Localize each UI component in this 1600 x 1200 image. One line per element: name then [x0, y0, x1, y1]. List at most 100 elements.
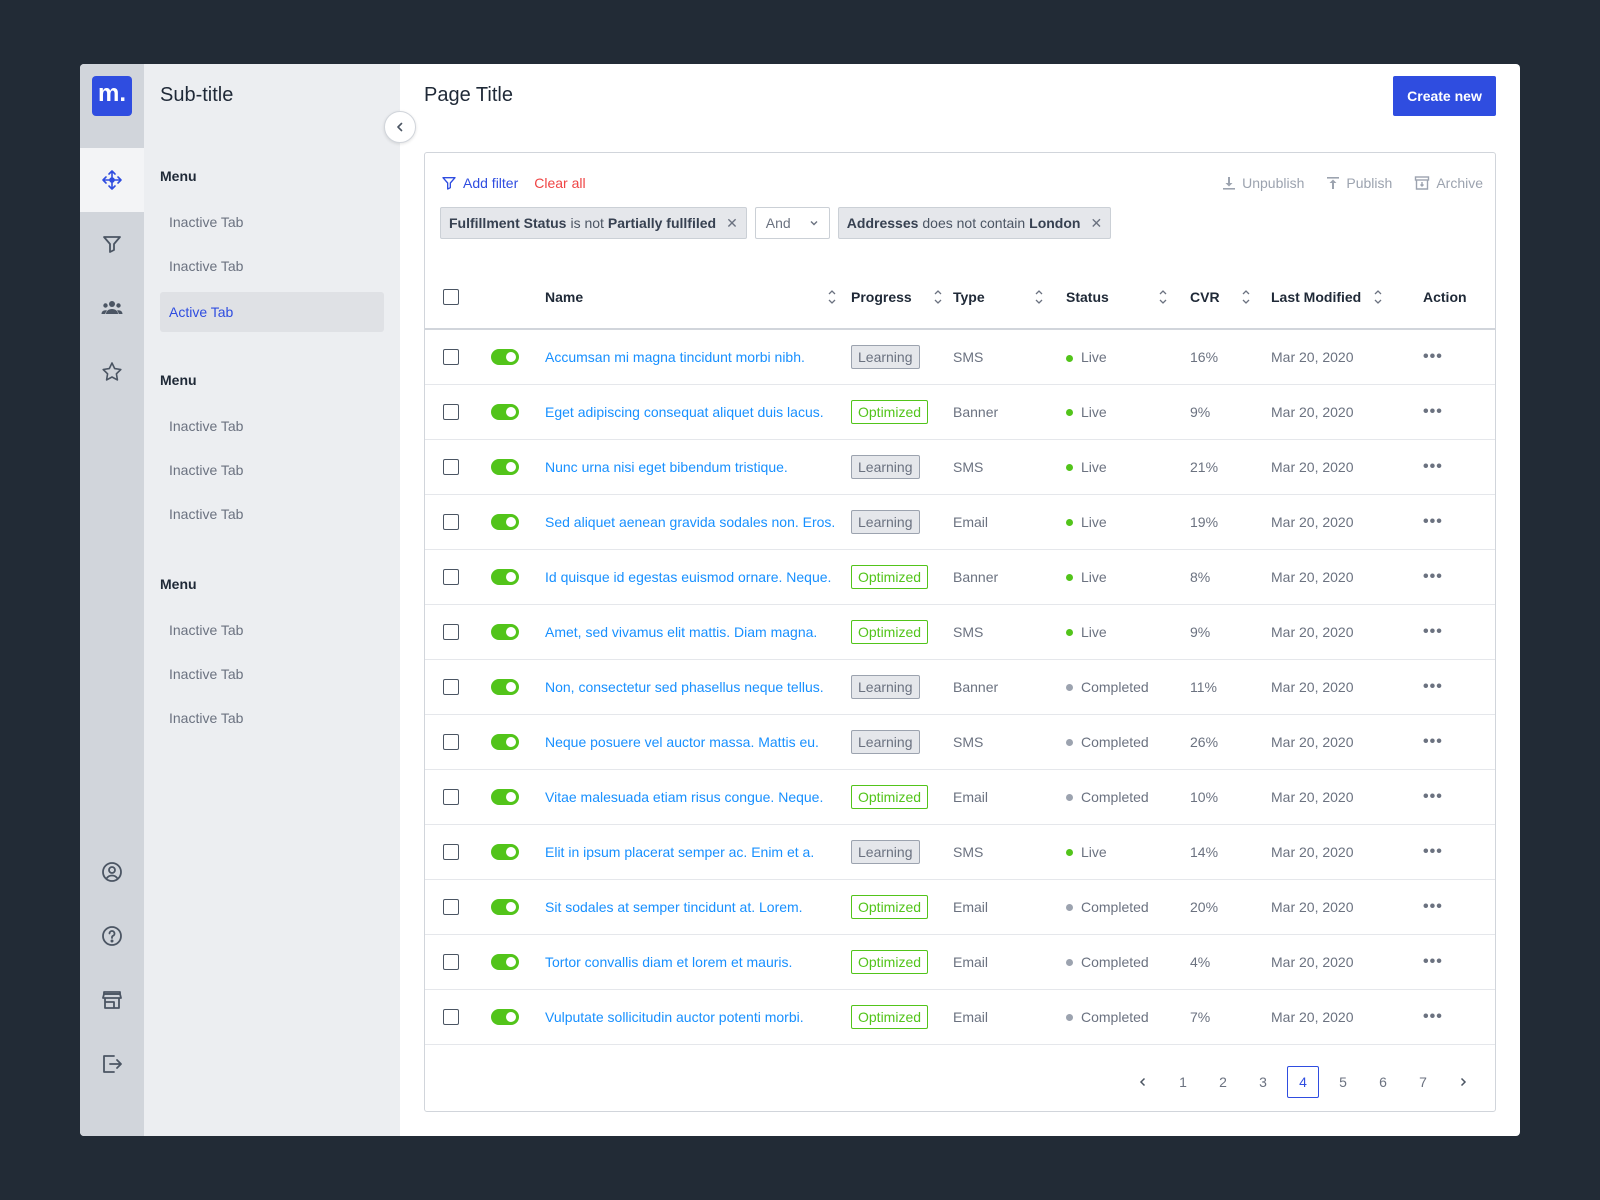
enabled-toggle[interactable]	[491, 844, 519, 861]
row-checkbox[interactable]	[443, 899, 459, 916]
enabled-toggle[interactable]	[491, 349, 519, 366]
enabled-toggle[interactable]	[491, 899, 519, 916]
row-checkbox[interactable]	[443, 404, 459, 421]
collapse-sidebar-button[interactable]	[384, 111, 416, 143]
add-filter-button[interactable]: Add filter	[441, 175, 518, 191]
row-checkbox[interactable]	[443, 459, 459, 476]
more-actions-icon[interactable]: •••	[1423, 623, 1443, 640]
filter-chip[interactable]: Fulfillment Status is not Partially full…	[440, 207, 747, 239]
column-header-cvr[interactable]: CVR	[1190, 265, 1271, 330]
page-button[interactable]: 7	[1407, 1066, 1439, 1098]
clear-all-button[interactable]: Clear all	[534, 175, 585, 191]
column-header-name[interactable]: Name	[545, 265, 851, 330]
page-button[interactable]: 4	[1287, 1066, 1319, 1098]
sidebar-item-inactive-tab[interactable]: Inactive Tab	[160, 494, 384, 534]
row-name-link[interactable]: Vitae malesuada etiam risus congue. Nequ…	[545, 789, 823, 805]
archive-button[interactable]: Archive	[1414, 175, 1483, 191]
more-actions-icon[interactable]: •••	[1423, 348, 1443, 365]
row-checkbox[interactable]	[443, 679, 459, 696]
status-dot	[1066, 684, 1073, 692]
close-icon[interactable]: ✕	[1090, 215, 1102, 232]
row-name-link[interactable]: Amet, sed vivamus elit mattis. Diam magn…	[545, 624, 817, 640]
sidebar-item-inactive-tab[interactable]: Inactive Tab	[160, 610, 384, 650]
more-actions-icon[interactable]: •••	[1423, 568, 1443, 585]
sidebar-item-inactive-tab[interactable]: Inactive Tab	[160, 654, 384, 694]
enabled-toggle[interactable]	[491, 954, 519, 971]
more-actions-icon[interactable]: •••	[1423, 843, 1443, 860]
publish-button[interactable]: Publish	[1326, 175, 1392, 191]
row-name-link[interactable]: Id quisque id egestas euismod ornare. Ne…	[545, 569, 831, 585]
sidebar-item-inactive-tab[interactable]: Inactive Tab	[160, 406, 384, 446]
more-actions-icon[interactable]: •••	[1423, 1008, 1443, 1025]
rail-logout-button[interactable]	[80, 1032, 144, 1096]
rail-store-button[interactable]	[80, 968, 144, 1032]
row-name-link[interactable]: Eget adipiscing consequat aliquet duis l…	[545, 404, 824, 420]
column-header-progress[interactable]: Progress	[851, 265, 953, 330]
sidebar-item-inactive-tab[interactable]: Inactive Tab	[160, 202, 384, 242]
enabled-toggle[interactable]	[491, 514, 519, 531]
enabled-toggle[interactable]	[491, 569, 519, 586]
column-header-status[interactable]: Status	[1066, 265, 1190, 330]
rail-account-button[interactable]	[80, 840, 144, 904]
app-logo[interactable]: m.	[92, 76, 132, 116]
page-button[interactable]: 1	[1167, 1066, 1199, 1098]
sidebar-item-inactive-tab[interactable]: Inactive Tab	[160, 246, 384, 286]
row-name-link[interactable]: Neque posuere vel auctor massa. Mattis e…	[545, 734, 819, 750]
row-checkbox[interactable]	[443, 514, 459, 531]
page-button[interactable]: 3	[1247, 1066, 1279, 1098]
page-button[interactable]: 2	[1207, 1066, 1239, 1098]
rail-star-button[interactable]	[80, 340, 144, 404]
row-name-link[interactable]: Non, consectetur sed phasellus neque tel…	[545, 679, 824, 695]
column-header-type[interactable]: Type	[953, 265, 1066, 330]
filter-chip[interactable]: Addresses does not contain London ✕	[837, 207, 1112, 239]
row-checkbox[interactable]	[443, 1009, 459, 1026]
row-name-link[interactable]: Sed aliquet aenean gravida sodales non. …	[545, 514, 835, 530]
enabled-toggle[interactable]	[491, 789, 519, 806]
row-checkbox[interactable]	[443, 569, 459, 586]
row-name-link[interactable]: Tortor convallis diam et lorem et mauris…	[545, 954, 792, 970]
more-actions-icon[interactable]: •••	[1423, 953, 1443, 970]
row-name-link[interactable]: Sit sodales at semper tincidunt at. Lore…	[545, 899, 803, 915]
close-icon[interactable]: ✕	[726, 215, 738, 232]
more-actions-icon[interactable]: •••	[1423, 513, 1443, 530]
row-name-link[interactable]: Accumsan mi magna tincidunt morbi nibh.	[545, 349, 805, 365]
row-checkbox[interactable]	[443, 789, 459, 806]
enabled-toggle[interactable]	[491, 459, 519, 476]
sidebar-item-inactive-tab[interactable]: Inactive Tab	[160, 698, 384, 738]
unpublish-button[interactable]: Unpublish	[1222, 175, 1304, 191]
enabled-toggle[interactable]	[491, 404, 519, 421]
rail-move-button[interactable]	[80, 148, 144, 212]
chevron-right-icon[interactable]	[1447, 1066, 1479, 1098]
rail-help-button[interactable]	[80, 904, 144, 968]
row-name-link[interactable]: Elit in ipsum placerat semper ac. Enim e…	[545, 844, 814, 860]
row-checkbox[interactable]	[443, 349, 459, 366]
row-checkbox[interactable]	[443, 624, 459, 641]
enabled-toggle[interactable]	[491, 679, 519, 696]
joiner-select[interactable]: And	[754, 207, 830, 239]
row-name-link[interactable]: Nunc urna nisi eget bibendum tristique.	[545, 459, 788, 475]
chevron-left-icon[interactable]	[1127, 1066, 1159, 1098]
enabled-toggle[interactable]	[491, 624, 519, 641]
rail-filter-button[interactable]	[80, 212, 144, 276]
row-name-link[interactable]: Vulputate sollicitudin auctor potenti mo…	[545, 1009, 804, 1025]
page-button[interactable]: 5	[1327, 1066, 1359, 1098]
row-checkbox[interactable]	[443, 954, 459, 971]
more-actions-icon[interactable]: •••	[1423, 733, 1443, 750]
enabled-toggle[interactable]	[491, 1009, 519, 1026]
more-actions-icon[interactable]: •••	[1423, 788, 1443, 805]
sidebar-item-active-tab[interactable]: Active Tab	[160, 292, 384, 332]
select-all-checkbox[interactable]	[443, 289, 459, 306]
column-header-last-modified[interactable]: Last Modified	[1271, 265, 1411, 330]
more-actions-icon[interactable]: •••	[1423, 458, 1443, 475]
create-new-button[interactable]: Create new	[1393, 76, 1496, 116]
row-checkbox[interactable]	[443, 844, 459, 861]
more-actions-icon[interactable]: •••	[1423, 678, 1443, 695]
enabled-toggle[interactable]	[491, 734, 519, 751]
rail-users-button[interactable]	[80, 276, 144, 340]
more-actions-icon[interactable]: •••	[1423, 898, 1443, 915]
sort-icon	[1374, 289, 1382, 304]
more-actions-icon[interactable]: •••	[1423, 403, 1443, 420]
sidebar-item-inactive-tab[interactable]: Inactive Tab	[160, 450, 384, 490]
page-button[interactable]: 6	[1367, 1066, 1399, 1098]
row-checkbox[interactable]	[443, 734, 459, 751]
